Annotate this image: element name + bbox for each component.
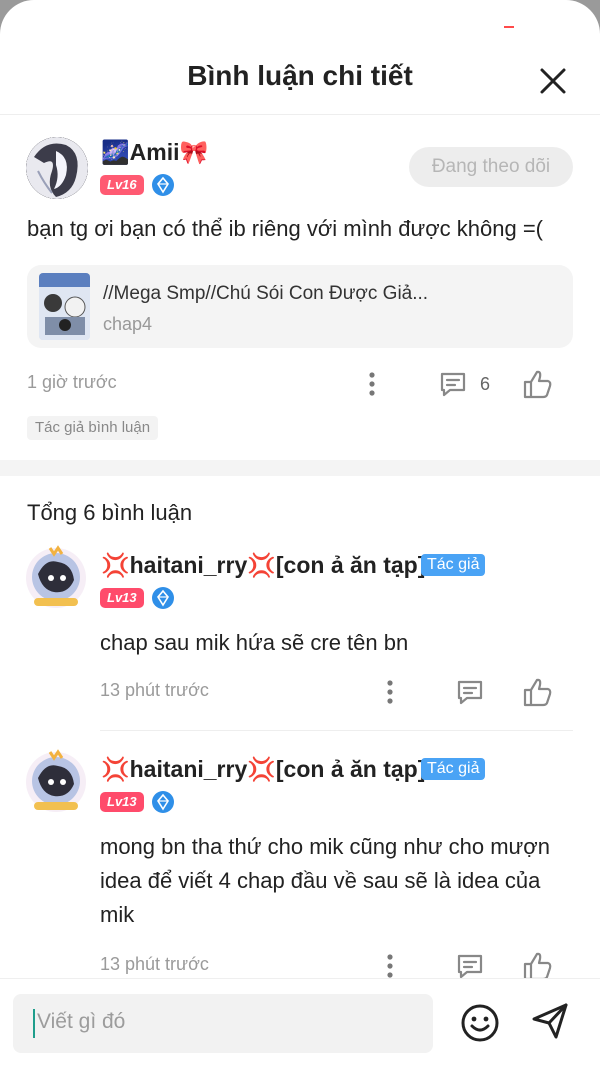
section-separator bbox=[0, 460, 600, 476]
avatar[interactable] bbox=[24, 544, 88, 610]
emoji-icon bbox=[461, 1004, 499, 1042]
reply-button[interactable]: 6 bbox=[438, 364, 490, 404]
thumbs-up-icon bbox=[523, 678, 552, 707]
emoji-button[interactable] bbox=[458, 1001, 502, 1045]
comment-detail-sheet: Bình luận chi tiết 🌌Amii🎀 Lv16 Đang theo… bbox=[0, 0, 600, 1067]
comment-icon bbox=[440, 372, 466, 397]
send-button[interactable] bbox=[528, 999, 572, 1043]
more-button[interactable] bbox=[378, 672, 402, 712]
reply-item: 💢haitani_rry💢[con ả ăn tạp] Tác giả Lv13… bbox=[0, 540, 600, 731]
comment-text: bạn tg ơi bạn có thể ib riêng với mình đ… bbox=[27, 216, 544, 241]
more-button[interactable] bbox=[360, 364, 384, 404]
author-badge: Tác giả bbox=[421, 554, 486, 576]
timestamp: 13 phút trước bbox=[100, 680, 209, 700]
text-caret bbox=[33, 1009, 35, 1038]
divider bbox=[100, 730, 573, 731]
user-badges: Lv16 bbox=[100, 174, 174, 196]
close-icon bbox=[540, 68, 566, 94]
gem-icon bbox=[151, 174, 174, 196]
reply-button[interactable] bbox=[455, 672, 485, 712]
page-title: Bình luận chi tiết bbox=[187, 60, 413, 91]
username[interactable]: 🌌Amii🎀 bbox=[101, 139, 208, 166]
gem-icon bbox=[151, 587, 174, 609]
user-badges: Lv13 bbox=[100, 791, 174, 813]
main-comment: 🌌Amii🎀 Lv16 Đang theo dõi bạn tg ơi bạn … bbox=[0, 115, 600, 460]
comment-input-placeholder: Viết gì đó bbox=[37, 1010, 126, 1033]
reply-count: 6 bbox=[480, 373, 491, 394]
level-badge: Lv13 bbox=[100, 792, 144, 812]
like-button[interactable] bbox=[521, 364, 555, 404]
close-button[interactable] bbox=[532, 60, 574, 102]
timestamp: 1 giờ trước bbox=[27, 372, 117, 392]
level-badge: Lv13 bbox=[100, 588, 144, 608]
replies-total: Tổng 6 bình luận bbox=[27, 500, 193, 525]
like-button[interactable] bbox=[521, 672, 555, 712]
timestamp: 13 phút trước bbox=[100, 954, 209, 974]
avatar[interactable] bbox=[26, 137, 88, 199]
thumbs-up-icon bbox=[523, 370, 552, 399]
story-cover-image bbox=[39, 273, 90, 340]
comment-text: chap sau mik hứa sẽ cre tên bn bbox=[100, 630, 409, 655]
author-comment-tag: Tác giả bình luận bbox=[27, 416, 159, 440]
comment-text: mong bn tha thứ cho mik cũng như cho mượ… bbox=[100, 834, 550, 927]
header: Bình luận chi tiết bbox=[0, 40, 600, 116]
more-vertical-icon bbox=[387, 680, 393, 704]
status-indicator bbox=[504, 26, 514, 28]
username[interactable]: 💢haitani_rry💢[con ả ăn tạp] bbox=[101, 756, 425, 783]
more-vertical-icon bbox=[369, 372, 375, 396]
gem-icon bbox=[151, 791, 174, 813]
story-chapter: chap4 bbox=[103, 314, 153, 334]
author-badge: Tác giả bbox=[421, 758, 486, 780]
username[interactable]: 💢haitani_rry💢[con ả ăn tạp] bbox=[101, 552, 425, 579]
level-badge: Lv16 bbox=[100, 175, 144, 195]
comment-composer: Viết gì đó bbox=[0, 978, 600, 1067]
comment-input[interactable]: Viết gì đó bbox=[13, 994, 433, 1053]
story-card[interactable]: //Mega Smp//Chú Sói Con Được Giả... chap… bbox=[27, 265, 573, 348]
user-badges: Lv13 bbox=[100, 587, 174, 609]
comment-icon bbox=[457, 954, 483, 979]
reply-item: 💢haitani_rry💢[con ả ăn tạp] Tác giả Lv13… bbox=[0, 744, 600, 984]
story-title: //Mega Smp//Chú Sói Con Được Giả... bbox=[103, 283, 429, 304]
avatar[interactable] bbox=[24, 748, 88, 814]
comment-meta-row: 13 phút trước bbox=[73, 672, 600, 712]
comment-meta-row: 1 giờ trước 6 bbox=[0, 364, 600, 404]
follow-button[interactable]: Đang theo dõi bbox=[409, 147, 573, 187]
send-icon bbox=[532, 1003, 568, 1039]
comment-icon bbox=[457, 680, 483, 705]
